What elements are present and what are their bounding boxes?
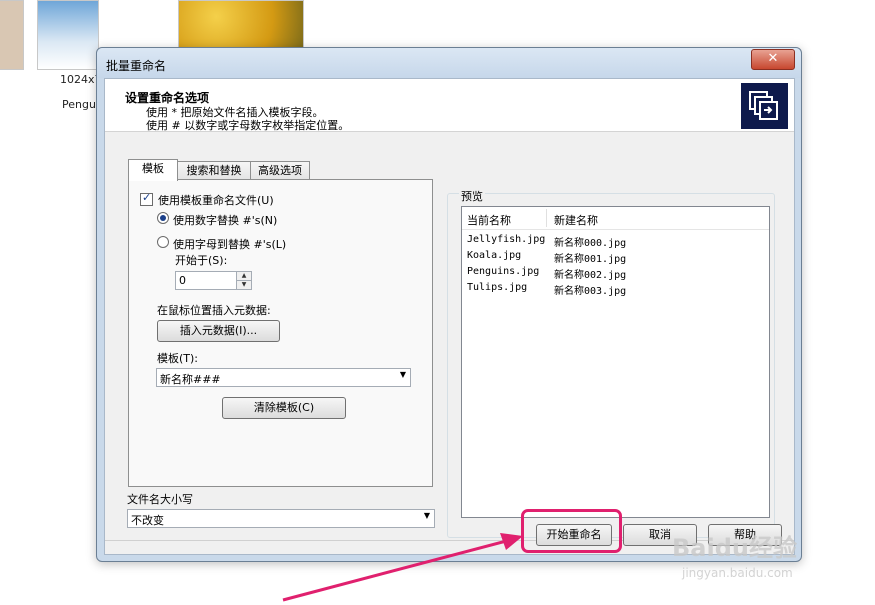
watermark-brand: Baidu经验 [672, 534, 797, 562]
annotation-arrow-icon [282, 533, 523, 602]
tab-template[interactable]: 模板 [128, 159, 178, 181]
watermark-url: jingyan.baidu.com [682, 566, 793, 580]
